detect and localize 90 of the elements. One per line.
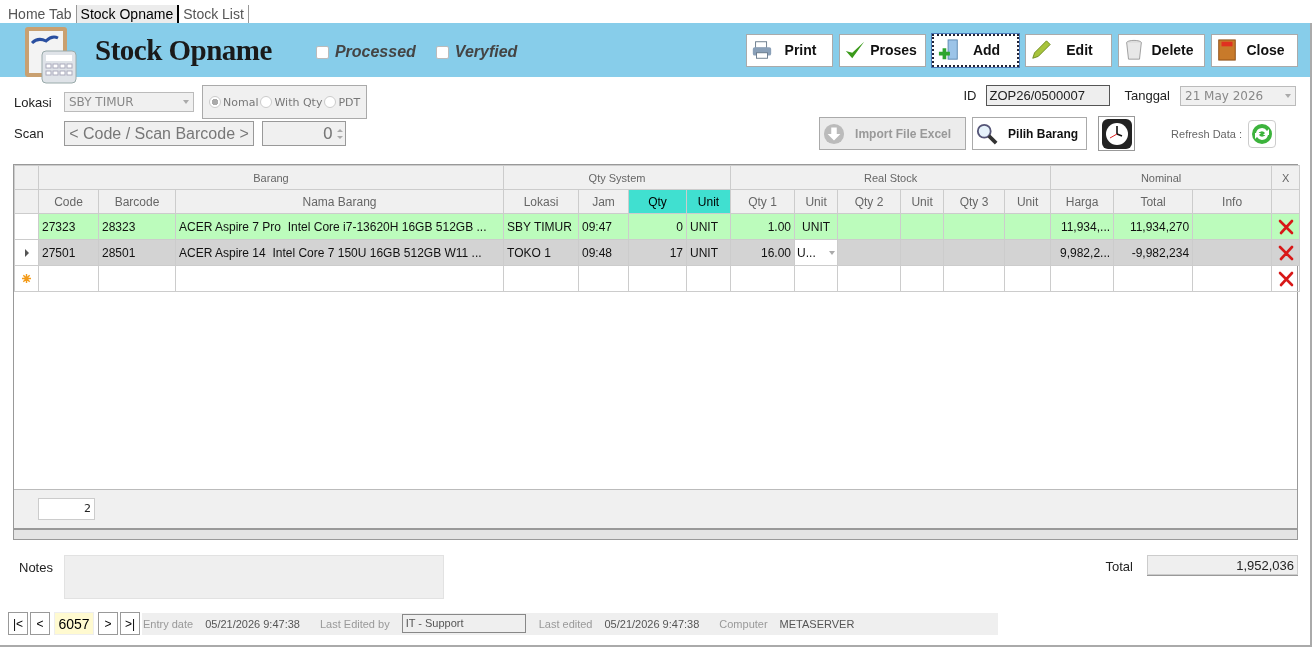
field-label: ID <box>963 88 977 103</box>
id-field[interactable]: ZOP26/0500007 <box>986 85 1111 106</box>
notes-label: Notes <box>19 560 54 575</box>
table-cell: 0 <box>676 219 683 234</box>
checkbox[interactable] <box>315 45 329 59</box>
checkbox[interactable] <box>435 45 449 59</box>
print-button[interactable]: Print <box>746 33 833 67</box>
total-label: Total <box>1105 559 1133 574</box>
table-cell: TOKO 1 <box>507 245 551 260</box>
horizontal-scrollbar[interactable] <box>14 528 1297 539</box>
close-button[interactable]: Close <box>1211 33 1298 67</box>
audit-value: 05/21/2026 9:47:38 <box>604 617 700 630</box>
notes-field[interactable] <box>64 555 444 599</box>
pager-button[interactable]: >| <box>120 612 140 635</box>
radio-option[interactable]: Nomal <box>209 95 259 109</box>
delete-row-icon[interactable] <box>1277 270 1294 287</box>
checkmark-icon <box>844 39 866 61</box>
table-cell: UNIT <box>802 219 831 234</box>
table-cell: UNIT <box>690 219 718 234</box>
pick-item-button[interactable]: Pilih Barang <box>972 117 1088 150</box>
table-cell: ACER Aspire 7 Pro Intel Core i7-13620H 16GB 512GB ... <box>179 219 487 234</box>
printer-icon <box>751 39 773 61</box>
column-group-header: Barang <box>38 165 504 190</box>
search-icon <box>976 122 999 145</box>
table-cell: 28323 <box>102 219 136 234</box>
field-label: Tanggal <box>1124 88 1170 103</box>
table-cell: UNIT <box>690 245 718 260</box>
radio-option[interactable]: PDT <box>324 95 361 109</box>
editor-field: IT - Support <box>401 614 526 633</box>
checkbox-label: Processed <box>334 43 416 61</box>
calculator-document-icon <box>22 25 80 85</box>
table-cell: 27323 <box>42 219 76 234</box>
total-field: 1,952,036 <box>1147 555 1298 575</box>
delete-button[interactable]: Delete <box>1118 33 1205 67</box>
pencil-icon <box>1030 39 1052 61</box>
plus-door-icon <box>938 39 960 61</box>
table-cell: 28501 <box>102 245 136 260</box>
tab[interactable]: Stock Opname <box>76 5 180 23</box>
table-cell: 11,934,270 <box>1129 219 1190 234</box>
current-row-icon <box>24 248 29 257</box>
location-dropdown[interactable]: SBY TIMUR <box>64 92 194 112</box>
clock-icon <box>1101 118 1132 149</box>
refresh-label: Refresh Data : <box>1171 127 1242 140</box>
column-header[interactable]: Nama Barang <box>175 189 504 214</box>
refresh-button[interactable] <box>1248 119 1276 148</box>
row-count-field: 2 <box>38 498 95 520</box>
column-group-header: Nominal <box>1050 165 1272 190</box>
table-cell: 09:48 <box>582 245 613 260</box>
table-cell: 9,982,2... <box>1060 245 1111 260</box>
pager-button[interactable]: < <box>30 612 50 635</box>
audit-label: Computer <box>719 617 768 630</box>
edit-button[interactable]: Edit <box>1025 33 1112 67</box>
scan-field[interactable]: < Code / Scan Barcode > <box>64 121 254 146</box>
audit-label: Last edited <box>538 617 593 630</box>
proses-button[interactable]: Proses <box>839 33 926 67</box>
table-cell: 1.00 <box>767 219 792 234</box>
record-number[interactable]: 6057 <box>54 612 94 635</box>
quantity-spinner[interactable]: 0 <box>262 121 346 146</box>
clock-button[interactable] <box>1098 116 1136 151</box>
column-group-header: Qty System <box>503 165 731 190</box>
add-button[interactable]: Add <box>932 33 1019 67</box>
pager-button[interactable]: |< <box>8 612 28 635</box>
pager-button[interactable]: > <box>98 612 118 635</box>
column-group-header: X <box>1271 165 1300 190</box>
column-group-header: Real Stock <box>730 165 1051 190</box>
table-cell: 17 <box>669 245 683 260</box>
checkbox-label: Veryfied <box>454 43 518 61</box>
table-cell: -9,982,234 <box>1131 245 1190 260</box>
new-row-icon <box>22 273 31 283</box>
form-title: Stock Opname <box>95 33 272 67</box>
table-cell: SBY TIMUR <box>507 219 572 234</box>
field-label: Scan <box>13 126 45 141</box>
table-cell: ACER Aspire 14 Intel Core 7 150U 16GB 512GB W11 ... <box>179 245 482 260</box>
unit-dropdown[interactable]: U... <box>797 245 836 260</box>
table-cell: 11,934,... <box>1060 219 1111 234</box>
table-cell: 27501 <box>42 245 76 260</box>
trash-icon <box>1123 39 1145 61</box>
audit-label: Entry date <box>143 617 194 630</box>
table-cell: 09:47 <box>582 219 613 234</box>
radio-option[interactable]: With Qty <box>260 95 323 109</box>
table-cell: 16.00 <box>761 245 792 260</box>
audit-value: METASERVER <box>779 617 855 630</box>
exit-door-icon <box>1216 39 1238 61</box>
refresh-icon <box>1251 122 1273 145</box>
field-label: Lokasi <box>13 94 53 110</box>
delete-row-icon[interactable] <box>1277 244 1294 261</box>
delete-row-icon[interactable] <box>1277 218 1294 235</box>
date-dropdown[interactable]: 21 May 2026 <box>1180 85 1296 106</box>
audit-label: Last Edited by <box>319 617 390 630</box>
audit-value: 05/21/2026 9:47:38 <box>205 617 300 630</box>
